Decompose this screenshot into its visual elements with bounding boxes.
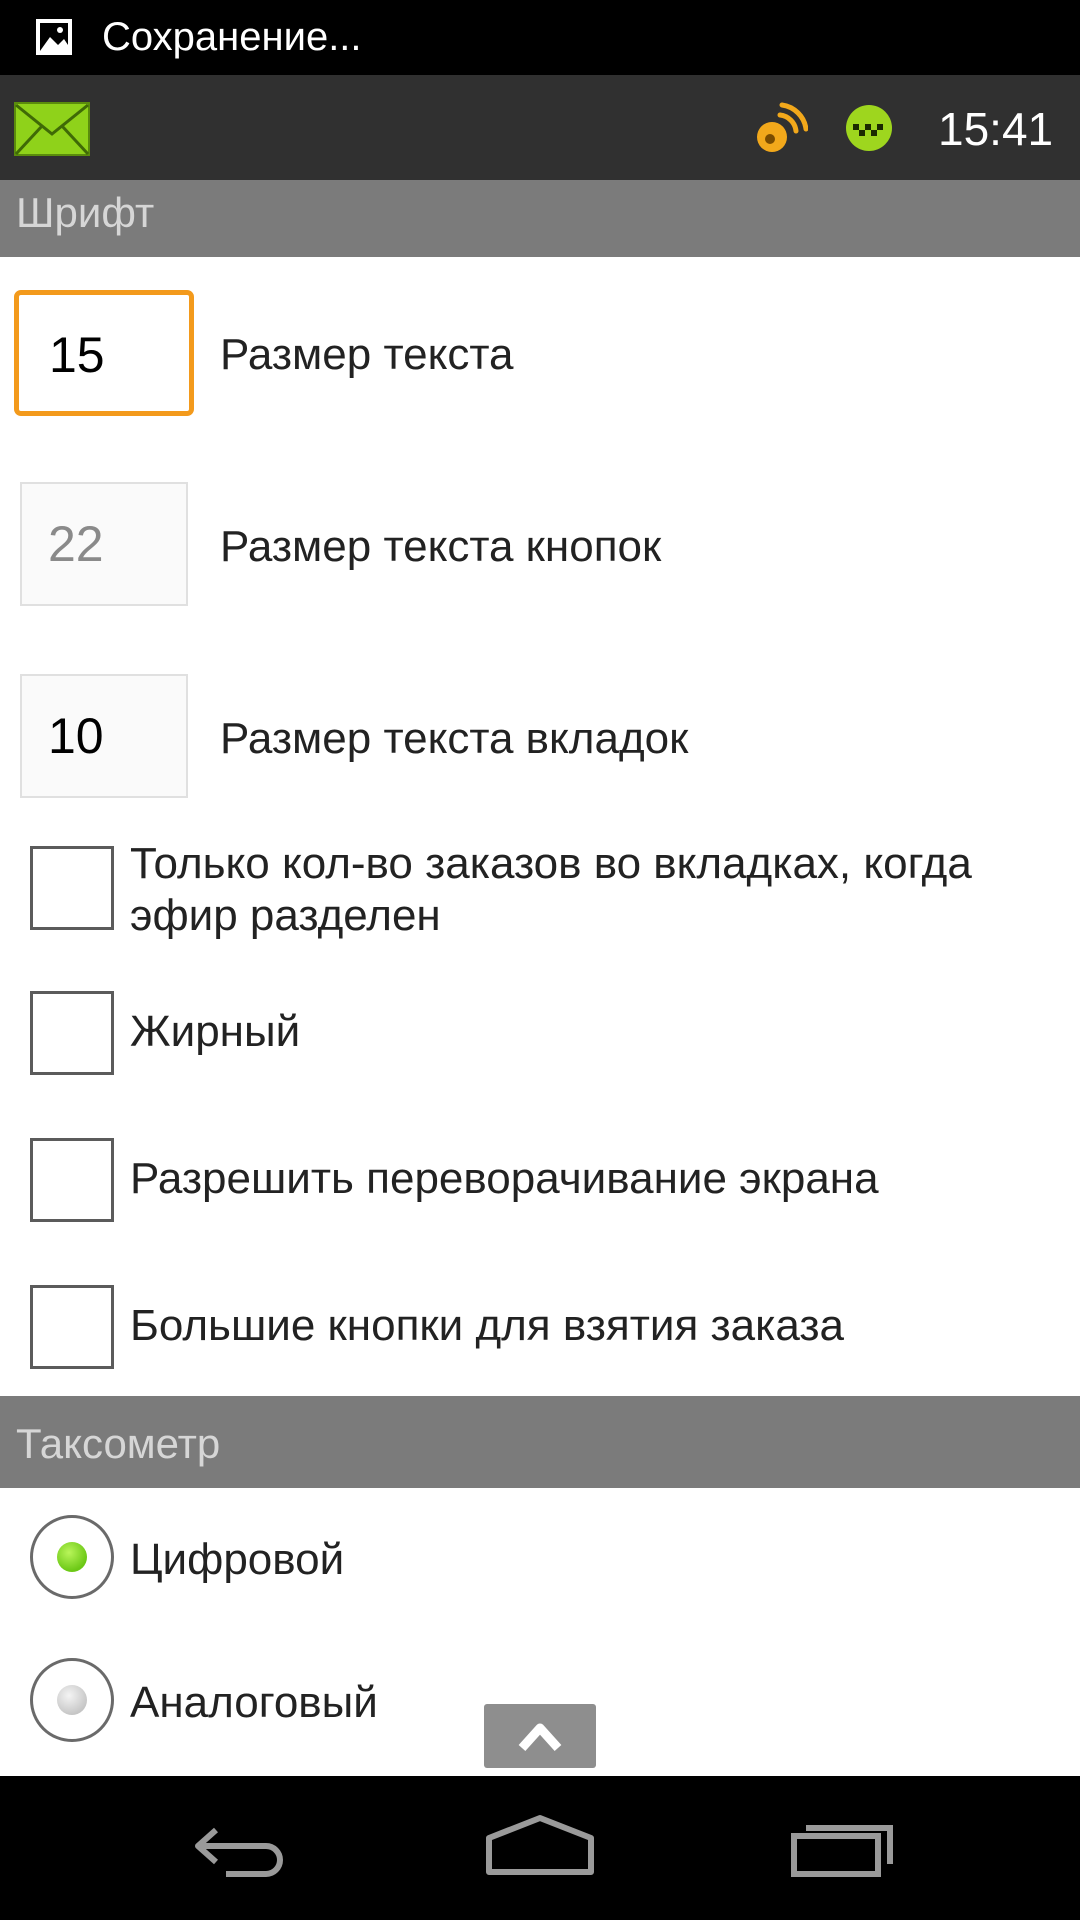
checkbox-bold-label[interactable]: Жирный (130, 1006, 1050, 1058)
radio-unselected-dot (57, 1685, 87, 1715)
navigation-bar (0, 1776, 1080, 1920)
scroll-up-button[interactable] (484, 1704, 596, 1768)
checkbox-allow-rotation-label[interactable]: Разрешить переворачивание экрана (130, 1153, 1050, 1205)
back-icon[interactable] (186, 1812, 296, 1882)
tab-text-size-label: Размер текста вкладок (220, 714, 689, 763)
image-icon (36, 19, 72, 55)
checkbox-allow-rotation[interactable] (30, 1138, 114, 1222)
radio-selected-dot (57, 1542, 87, 1572)
radio-digital[interactable] (30, 1515, 114, 1599)
radio-analog-label[interactable]: Аналоговый (130, 1678, 378, 1728)
section-header-taximeter: Таксометр (0, 1396, 1080, 1488)
taxi-icon (846, 105, 892, 151)
notification-text: Сохранение... (102, 15, 362, 59)
checkbox-orders-count-only-label[interactable]: Только кол-во заказов во вкладках, когда… (130, 838, 1050, 942)
status-bar: Сохранение... (0, 0, 1080, 75)
clock: 15:41 (938, 103, 1054, 155)
checkbox-large-buttons-label[interactable]: Большие кнопки для взятия заказа (130, 1300, 1050, 1352)
radio-digital-label[interactable]: Цифровой (130, 1535, 344, 1585)
recent-apps-icon[interactable] (790, 1812, 900, 1882)
radio-analog[interactable] (30, 1658, 114, 1742)
gps-signal-icon (757, 102, 808, 152)
mail-icon[interactable] (14, 102, 90, 156)
home-icon[interactable] (485, 1812, 595, 1882)
text-size-field[interactable]: 15 (14, 290, 194, 416)
text-size-label: Размер текста (220, 330, 514, 379)
tab-text-size-field[interactable]: 10 (20, 674, 188, 798)
section-header-font: Шрифт (0, 180, 1080, 257)
checkbox-bold[interactable] (30, 991, 114, 1075)
chevron-up-icon (518, 1723, 562, 1752)
button-text-size-label: Размер текста кнопок (220, 522, 662, 571)
checkbox-large-buttons[interactable] (30, 1285, 114, 1369)
checkbox-orders-count-only[interactable] (30, 846, 114, 930)
app-bar: 15:41 (0, 75, 1080, 180)
button-text-size-field[interactable]: 22 (20, 482, 188, 606)
